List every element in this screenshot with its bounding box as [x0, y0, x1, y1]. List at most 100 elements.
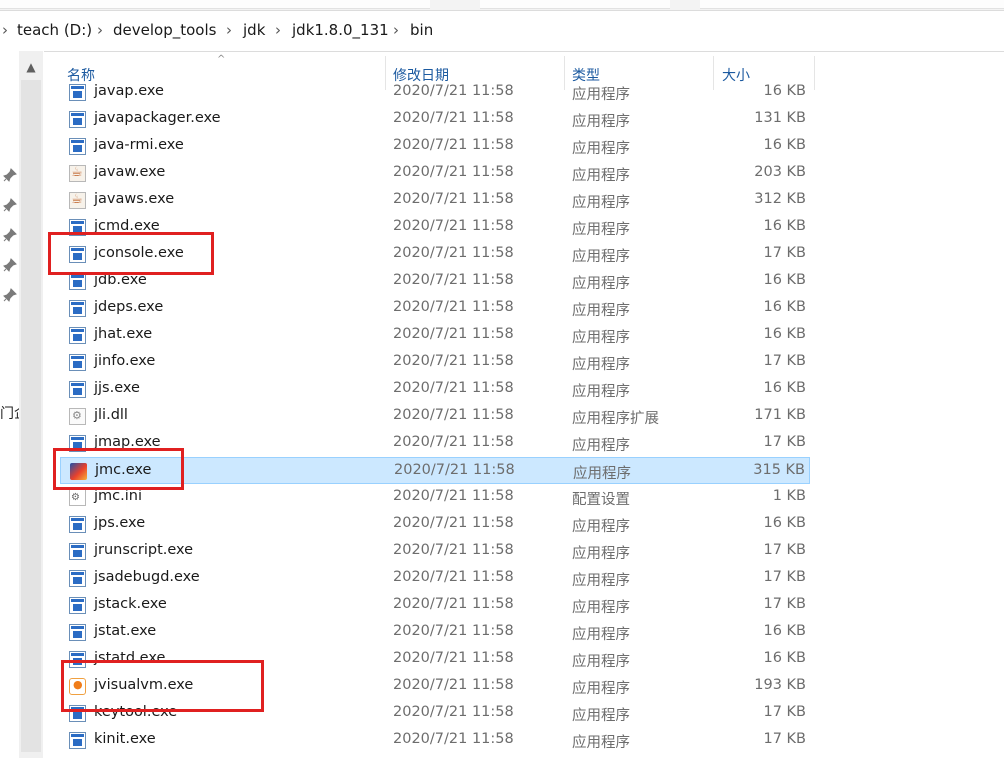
breadcrumb-bin[interactable]: bin	[410, 21, 433, 39]
pin-icon[interactable]	[2, 167, 18, 183]
file-row[interactable]: jhat.exe 2020/7/21 11:58 应用程序 16 KB	[60, 322, 810, 349]
file-row[interactable]: jrunscript.exe 2020/7/21 11:58 应用程序 17 KB	[60, 538, 810, 565]
file-size: 16 KB	[763, 218, 806, 234]
exe-icon	[69, 516, 86, 533]
column-divider[interactable]	[814, 56, 815, 90]
file-row[interactable]: kinit.exe 2020/7/21 11:58 应用程序 17 KB	[60, 727, 810, 754]
file-type: 应用程序	[573, 466, 631, 482]
file-size: 131 KB	[754, 110, 806, 126]
file-name: jsadebugd.exe	[94, 569, 200, 585]
file-type: 应用程序	[572, 573, 630, 589]
file-name: jstack.exe	[94, 596, 167, 612]
file-size: 16 KB	[763, 515, 806, 531]
file-type: 应用程序	[572, 519, 630, 535]
file-size: 1 KB	[772, 488, 806, 504]
ini-icon	[69, 489, 86, 506]
file-size: 193 KB	[754, 677, 806, 693]
file-row[interactable]: jstat.exe 2020/7/21 11:58 应用程序 16 KB	[60, 619, 810, 646]
file-modified-date: 2020/7/21 11:58	[393, 326, 514, 342]
highlight-box-jconsole	[48, 232, 214, 275]
file-size: 203 KB	[754, 164, 806, 180]
address-bar[interactable]: › teach (D:) › develop_tools › jdk › jdk…	[0, 10, 1004, 52]
file-name: jjs.exe	[94, 380, 140, 396]
file-row[interactable]: jjs.exe 2020/7/21 11:58 应用程序 16 KB	[60, 376, 810, 403]
file-modified-date: 2020/7/21 11:58	[393, 245, 514, 261]
file-modified-date: 2020/7/21 11:58	[393, 191, 514, 207]
chevron-right-icon[interactable]: ›	[275, 21, 281, 39]
file-size: 17 KB	[763, 353, 806, 369]
file-type: 应用程序	[572, 600, 630, 616]
file-name: javap.exe	[94, 83, 164, 99]
file-type: 应用程序	[572, 87, 630, 103]
tab-strip-segment	[0, 0, 430, 9]
file-row[interactable]: jstack.exe 2020/7/21 11:58 应用程序 17 KB	[60, 592, 810, 619]
breadcrumb-drive[interactable]: teach (D:)	[17, 21, 92, 39]
file-type: 应用程序	[572, 195, 630, 211]
file-name: jdeps.exe	[94, 299, 164, 315]
file-row[interactable]: javaws.exe 2020/7/21 11:58 应用程序 312 KB	[60, 187, 810, 214]
file-type: 应用程序	[572, 249, 630, 265]
file-size: 16 KB	[763, 380, 806, 396]
chevron-right-icon[interactable]: ›	[226, 21, 232, 39]
file-row[interactable]: java-rmi.exe 2020/7/21 11:58 应用程序 16 KB	[60, 133, 810, 160]
file-type: 应用程序	[572, 708, 630, 724]
file-name: kinit.exe	[94, 731, 156, 747]
file-type: 应用程序	[572, 438, 630, 454]
exe-icon	[69, 381, 86, 398]
breadcrumb-develop-tools[interactable]: develop_tools	[113, 21, 216, 39]
file-type: 应用程序	[572, 735, 630, 751]
file-row[interactable]: jinfo.exe 2020/7/21 11:58 应用程序 17 KB	[60, 349, 810, 376]
file-row[interactable]: jsadebugd.exe 2020/7/21 11:58 应用程序 17 KB	[60, 565, 810, 592]
exe-icon	[69, 111, 86, 128]
file-name: jmc.ini	[94, 488, 142, 504]
file-size: 171 KB	[754, 407, 806, 423]
file-modified-date: 2020/7/21 11:58	[393, 623, 514, 639]
highlight-box-jmc	[53, 448, 184, 490]
file-size: 17 KB	[763, 245, 806, 261]
file-name: javaws.exe	[94, 191, 175, 207]
pin-icon[interactable]	[2, 287, 18, 303]
file-modified-date: 2020/7/21 11:58	[393, 299, 514, 315]
exe-icon	[69, 300, 86, 317]
file-type: 应用程序	[572, 627, 630, 643]
file-row[interactable]: javap.exe 2020/7/21 11:58 应用程序 16 KB	[60, 79, 810, 106]
tab-strip-segment	[480, 0, 670, 9]
file-type: 应用程序	[572, 222, 630, 238]
file-modified-date: 2020/7/21 11:58	[393, 677, 514, 693]
exe-icon	[69, 138, 86, 155]
chevron-right-icon[interactable]: ›	[2, 21, 8, 39]
file-modified-date: 2020/7/21 11:58	[393, 380, 514, 396]
pin-icon[interactable]	[2, 227, 18, 243]
chevron-right-icon[interactable]: ›	[97, 21, 103, 39]
file-modified-date: 2020/7/21 11:58	[394, 462, 515, 478]
file-type: 应用程序	[572, 546, 630, 562]
title-strip	[0, 0, 1004, 10]
file-name: java-rmi.exe	[94, 137, 184, 153]
file-row[interactable]: jps.exe 2020/7/21 11:58 应用程序 16 KB	[60, 511, 810, 538]
exe-icon	[69, 624, 86, 641]
scroll-up-icon[interactable]: ▲	[19, 57, 43, 77]
breadcrumb-jdk-version[interactable]: jdk1.8.0_131	[292, 21, 389, 39]
file-type: 应用程序	[572, 330, 630, 346]
file-modified-date: 2020/7/21 11:58	[393, 137, 514, 153]
file-name: jrunscript.exe	[94, 542, 194, 558]
exe-icon	[69, 570, 86, 587]
scrollbar-thumb[interactable]	[21, 80, 41, 752]
file-row[interactable]: jdeps.exe 2020/7/21 11:58 应用程序 16 KB	[60, 295, 810, 322]
java-icon	[69, 165, 86, 182]
file-type: 应用程序	[572, 681, 630, 697]
file-row[interactable]: javapackager.exe 2020/7/21 11:58 应用程序 131 K…	[60, 106, 810, 133]
file-modified-date: 2020/7/21 11:58	[393, 407, 514, 423]
file-row[interactable]: javaw.exe 2020/7/21 11:58 应用程序 203 KB	[60, 160, 810, 187]
file-modified-date: 2020/7/21 11:58	[393, 731, 514, 747]
breadcrumb-jdk[interactable]: jdk	[243, 21, 265, 39]
file-type: 应用程序	[572, 276, 630, 292]
chevron-right-icon[interactable]: ›	[393, 21, 399, 39]
file-size: 17 KB	[763, 704, 806, 720]
tab-strip-segment	[700, 0, 1004, 9]
pin-icon[interactable]	[2, 197, 18, 213]
file-row[interactable]: jli.dll 2020/7/21 11:58 应用程序扩展 171 KB	[60, 403, 810, 430]
file-modified-date: 2020/7/21 11:58	[393, 110, 514, 126]
pin-icon[interactable]	[2, 257, 18, 273]
exe-icon	[69, 354, 86, 371]
